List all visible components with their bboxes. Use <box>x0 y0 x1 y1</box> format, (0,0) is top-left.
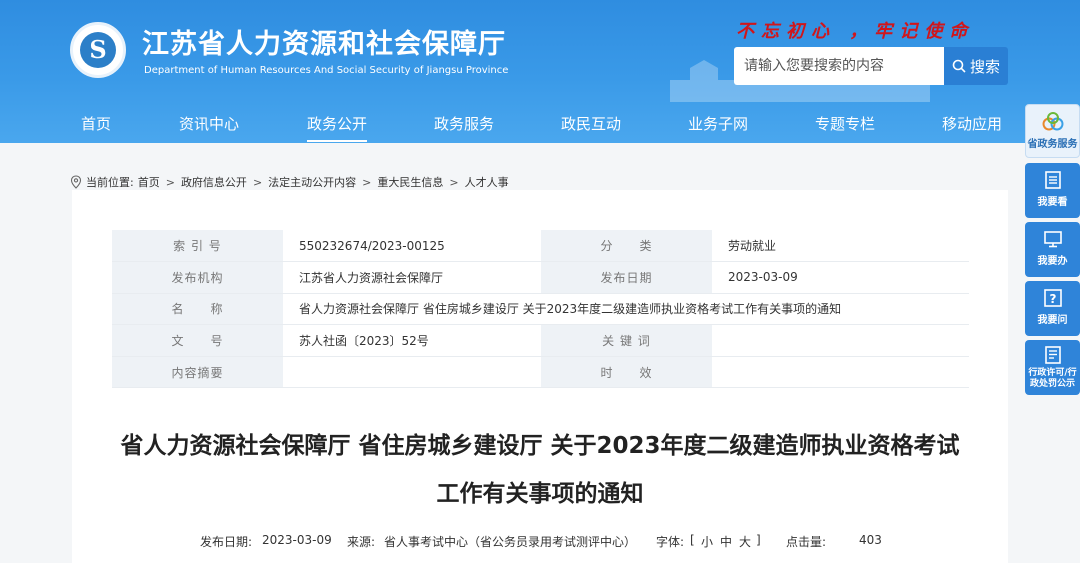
table-row: 文 号 苏人社函〔2023〕52号 关 键 词 <box>112 324 969 357</box>
table-row: 索 引 号 550232674/2023-00125 分 类 劳动就业 <box>112 230 969 263</box>
logo-emblem-icon: S <box>80 32 116 68</box>
site-logo[interactable]: S <box>70 22 126 78</box>
source-value: 省人事考试中心（省公务员录用考试测评中心） <box>384 535 637 549</box>
monitor-icon <box>1043 231 1062 248</box>
article-title-line: 工作有关事项的通知 <box>436 481 644 507</box>
meta-label: 名 称 <box>112 293 283 326</box>
nav-item-home[interactable]: 首页 <box>81 113 111 134</box>
font-bracket: [ <box>690 533 695 547</box>
font-size-large-button[interactable]: 大 <box>739 533 751 550</box>
meta-docno-value: 苏人社函〔2023〕52号 <box>283 324 541 357</box>
gov-service-logo-icon <box>1042 112 1063 131</box>
meta-label: 发布日期 <box>541 261 712 294</box>
float-label: 我要看 <box>1037 197 1068 208</box>
document-icon <box>1044 346 1061 364</box>
meta-date-value: 2023-03-09 <box>712 261 969 294</box>
float-label: 我要办 <box>1037 256 1068 267</box>
font-size-medium-button[interactable]: 中 <box>720 533 732 550</box>
meta-category-value: 劳动就业 <box>712 230 969 263</box>
breadcrumb-separator: > <box>449 175 459 189</box>
source-label: 来源: <box>347 535 376 549</box>
nav-item-interaction[interactable]: 政民互动 <box>561 113 621 134</box>
question-icon: ? <box>1043 289 1062 307</box>
float-label: 省政务服务 <box>1027 139 1078 150</box>
nav-item-sub-sites[interactable]: 业务子网 <box>688 113 748 134</box>
meta-publisher-value: 江苏省人力资源社会保障厅 <box>283 261 541 294</box>
float-label: 行政许可/行政处罚公示 <box>1028 368 1077 389</box>
meta-keyword-value <box>712 324 969 357</box>
search-button-label: 搜索 <box>969 57 1000 76</box>
site-header: S 江苏省人力资源和社会保障厅 Department of Human Reso… <box>0 0 1080 143</box>
font-label: 字体: <box>656 535 685 549</box>
meta-index-value: 550232674/2023-00125 <box>283 230 541 263</box>
font-size-small-button[interactable]: 小 <box>701 533 713 550</box>
admin-disclosure-button[interactable]: 行政许可/行政处罚公示 <box>1025 340 1080 395</box>
nav-item-news[interactable]: 资讯中心 <box>179 113 239 134</box>
site-subtitle: Department of Human Resources And Social… <box>144 65 509 76</box>
svg-text:?: ? <box>1049 292 1056 306</box>
nav-item-gov-affairs[interactable]: 政务公开 <box>307 113 368 142</box>
meta-label: 文 号 <box>112 324 283 357</box>
breadcrumb-link[interactable]: 首页 <box>138 174 160 190</box>
breadcrumb-link[interactable]: 人才人事 <box>465 174 509 190</box>
views-value: 403 <box>859 533 882 547</box>
meta-label: 关 键 词 <box>541 324 712 357</box>
breadcrumb-separator: > <box>252 175 263 189</box>
meta-label: 索 引 号 <box>112 230 283 263</box>
breadcrumb-link[interactable]: 法定主动公开内容 <box>268 174 356 190</box>
slogan: 不忘初心 ，牢记使命 <box>736 21 975 42</box>
views-label: 点击量: <box>786 535 827 549</box>
search-input[interactable] <box>734 47 944 85</box>
float-label: 我要问 <box>1037 315 1068 326</box>
read-button[interactable]: 我要看 <box>1025 163 1080 218</box>
meta-abstract-value <box>283 356 541 389</box>
font-bracket: ] <box>756 533 761 547</box>
nav-item-gov-service[interactable]: 政务服务 <box>434 113 494 134</box>
table-row: 名 称 省人力资源社会保障厅 省住房城乡建设厅 关于2023年度二级建造师执业资… <box>112 293 969 326</box>
breadcrumb-separator: > <box>362 175 372 189</box>
article-title: 省人力资源社会保障厅 省住房城乡建设厅 关于2023年度二级建造师执业资格考试 … <box>72 422 1008 518</box>
search-button[interactable]: 搜索 <box>944 47 1008 85</box>
breadcrumb: 当前位置: 首页 > 政府信息公开 > 法定主动公开内容 > 重大民生信息 > … <box>70 173 509 191</box>
gov-service-button[interactable]: 省政务服务 <box>1025 104 1080 158</box>
document-meta-table: 索 引 号 550232674/2023-00125 分 类 劳动就业 发布机构… <box>112 230 969 389</box>
meta-label: 发布机构 <box>112 261 283 294</box>
meta-name-value: 省人力资源社会保障厅 省住房城乡建设厅 关于2023年度二级建造师执业资格考试工… <box>283 293 969 326</box>
date-label: 发布日期: <box>200 535 253 549</box>
ask-button[interactable]: ? 我要问 <box>1025 281 1080 336</box>
date-value: 2023-03-09 <box>262 533 332 547</box>
meta-validity-value <box>712 356 969 389</box>
meta-label: 内容摘要 <box>112 356 283 389</box>
nav-item-mobile[interactable]: 移动应用 <box>942 113 1002 134</box>
content-card: 索 引 号 550232674/2023-00125 分 类 劳动就业 发布机构… <box>72 190 1008 563</box>
handle-button[interactable]: 我要办 <box>1025 222 1080 277</box>
table-row: 内容摘要 时 效 <box>112 356 969 389</box>
meta-label: 分 类 <box>541 230 712 263</box>
meta-label: 时 效 <box>541 356 712 389</box>
table-row: 发布机构 江苏省人力资源社会保障厅 发布日期 2023-03-09 <box>112 261 969 294</box>
search-icon <box>952 59 966 73</box>
nav-item-topics[interactable]: 专题专栏 <box>815 113 875 134</box>
book-icon <box>1044 171 1061 189</box>
article-title-line: 省人力资源社会保障厅 省住房城乡建设厅 关于2023年度二级建造师执业资格考试 <box>120 433 960 459</box>
breadcrumb-separator: > <box>165 175 175 189</box>
breadcrumb-link[interactable]: 重大民生信息 <box>377 174 443 190</box>
location-pin-icon <box>70 175 82 189</box>
main-nav: 首页 资讯中心 政务公开 政务服务 政民互动 业务子网 专题专栏 移动应用 <box>0 104 1080 143</box>
site-title: 江苏省人力资源和社会保障厅 <box>142 29 506 60</box>
breadcrumb-link[interactable]: 政府信息公开 <box>181 174 247 190</box>
breadcrumb-prefix: 当前位置: <box>86 176 134 189</box>
